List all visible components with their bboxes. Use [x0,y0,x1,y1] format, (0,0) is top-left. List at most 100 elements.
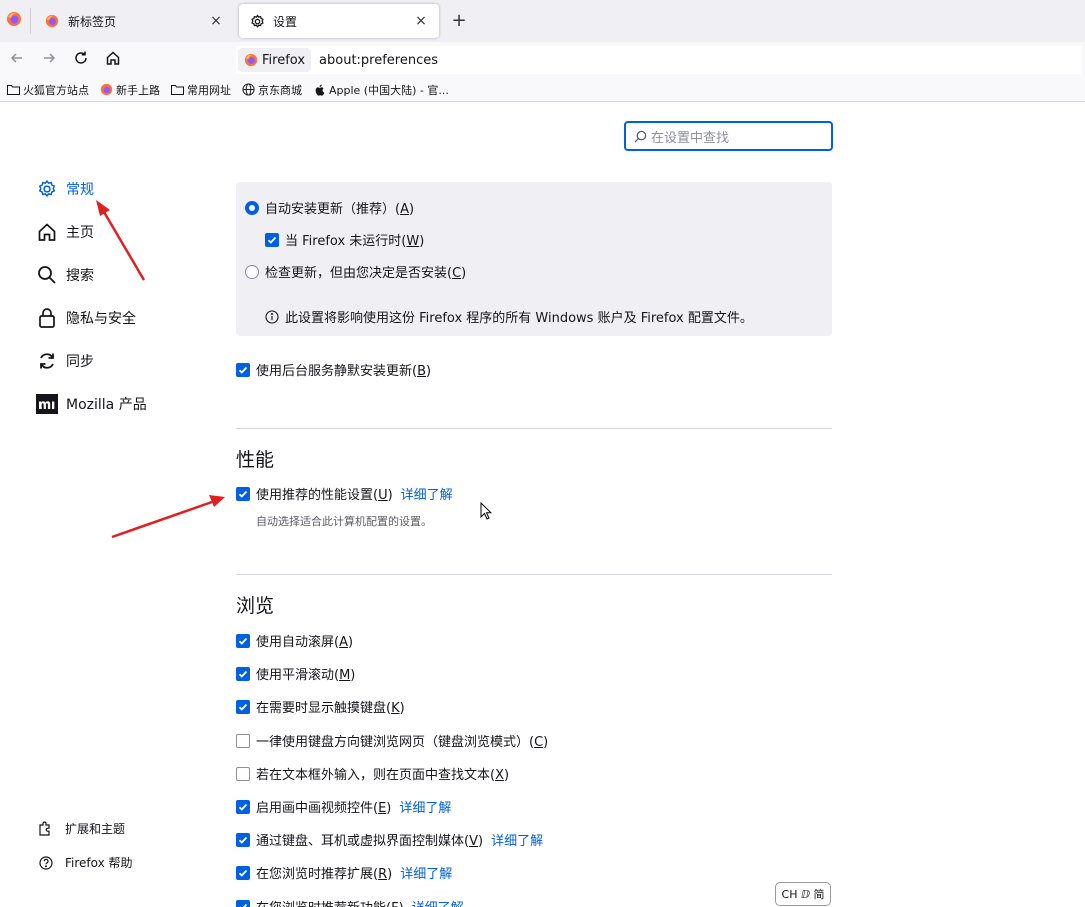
option-label: 在您浏览时推荐新功能(F) [256,897,404,907]
bookmark-item[interactable]: 新手上路 [99,82,160,98]
browsing-option-checkbox[interactable]: 在您浏览时推荐新功能(F) 详细了解 [236,897,464,907]
sidebar-item-label: 隐私与安全 [66,311,136,327]
checkbox-checked[interactable] [236,362,250,377]
auto-install-radio[interactable]: 自动安装更新（推荐）(A) [245,198,414,217]
sidebar-item-privacy[interactable]: 隐私与安全 [36,307,136,329]
checkbox-checked[interactable] [236,666,250,681]
checkbox-checked[interactable] [236,799,250,814]
check-only-radio[interactable]: 检查更新，但由您决定是否安装(C) [245,262,466,281]
bookmark-label: 常用网址 [187,83,231,97]
browsing-option-checkbox[interactable]: 在您浏览时推荐扩展(R) 详细了解 [236,863,452,882]
bookmark-label: 新手上路 [116,83,160,97]
bookmark-folder[interactable]: 火狐官方站点 [6,82,89,98]
identity-box[interactable]: Firefox [238,48,312,72]
gear-icon [249,13,265,29]
red-arrow-sidebar [96,200,146,281]
sync-icon [36,350,58,372]
sidebar-firefox-help[interactable]: Firefox 帮助 [38,854,133,871]
bookmark-folder[interactable]: 常用网址 [170,82,231,98]
browsing-heading: 浏览 [236,595,275,617]
sidebar-item-sync[interactable]: 同步 [36,350,94,372]
url-bar[interactable]: Firefox about:preferences [236,46,1081,74]
radio-button[interactable] [245,200,259,215]
performance-heading: 性能 [236,449,275,471]
bookmark-item[interactable]: Apple (中国大陆) - 官... [312,82,449,98]
learn-more-link[interactable]: 详细了解 [491,830,543,849]
sidebar-item-label: 搜索 [66,268,94,284]
firefox-favicon-icon [44,13,60,29]
back-button[interactable] [6,49,28,71]
sidebar-footer-label: 扩展和主题 [65,822,126,836]
mouse-cursor-icon [480,502,492,520]
ime-indicator[interactable]: CH ⅅ 简 [775,882,831,906]
sidebar-extensions-themes[interactable]: 扩展和主题 [38,820,125,837]
learn-more-link[interactable]: 详细了解 [412,897,464,907]
arrow-right-icon [41,50,57,70]
background-update-checkbox[interactable]: 使用后台服务静默安装更新(B) [236,360,431,379]
firefox-logo-icon [6,11,22,31]
sidebar-item-general[interactable]: 常规 [36,178,94,200]
checkbox-checked[interactable] [236,832,250,847]
navigation-toolbar: Firefox about:preferences [0,42,1085,78]
option-label: 自动安装更新（推荐）(A) [265,202,415,217]
browsing-option-checkbox[interactable]: 一律使用键盘方向键浏览网页（键盘浏览模式）(C) [236,731,548,750]
home-icon [105,50,121,70]
checkbox-checked[interactable] [265,232,279,247]
mozilla-logo-icon [36,393,58,415]
home-button[interactable] [102,49,124,71]
option-label: 若在文本框外输入，则在页面中查找文本(X) [256,768,510,783]
tab-close-button[interactable]: × [413,13,429,29]
when-closed-checkbox[interactable]: 当 Firefox 未运行时(W) [265,230,424,249]
checkbox-checked[interactable] [236,699,250,714]
option-label: 当 Firefox 未运行时(W) [285,234,425,249]
option-label: 启用画中画视频控件(E) [256,801,392,816]
settings-search-input[interactable]: 在设置中查找 [624,121,833,151]
sidebar-item-label: 常规 [66,182,94,198]
bookmark-item[interactable]: 京东商城 [241,82,302,98]
checkbox-checked[interactable] [236,633,250,648]
checkbox-unchecked[interactable] [236,733,250,748]
forward-button[interactable] [38,49,60,71]
learn-more-link[interactable]: 详细了解 [401,484,453,503]
tab-settings[interactable]: 设置 × [239,4,439,38]
browsing-option-checkbox[interactable]: 使用平滑滚动(M) [236,664,355,683]
option-label: 使用后台服务静默安装更新(B) [256,364,432,379]
tab-close-button[interactable]: × [208,13,224,29]
bookmark-label: Apple (中国大陆) - 官... [329,83,449,97]
arrow-left-icon [9,50,25,70]
folder-icon [170,83,184,97]
browsing-option-checkbox[interactable]: 若在文本框外输入，则在页面中查找文本(X) [236,764,509,783]
tab-new-tab[interactable]: 新标签页 × [34,4,234,38]
performance-description: 自动选择适合此计算机配置的设置。 [256,515,432,528]
checkbox-checked[interactable] [236,865,250,880]
radio-button[interactable] [245,264,259,279]
firefox-view-button[interactable] [0,0,28,42]
recommended-performance-checkbox[interactable]: 使用推荐的性能设置(U) 详细了解 [236,484,453,503]
option-label: 在需要时显示触摸键盘(K) [256,701,405,716]
reload-button[interactable] [70,49,92,71]
url-text[interactable]: about:preferences [319,53,438,68]
bookmarks-toolbar: 火狐官方站点 新手上路 常用网址 京东商城 Apple (中国大陆) - 官..… [0,78,1085,102]
sidebar-item-home[interactable]: 主页 [36,221,94,243]
tab-label: 新标签页 [68,14,117,29]
browsing-option-checkbox[interactable]: 使用自动滚屏(A) [236,631,353,650]
new-tab-button[interactable]: + [449,10,469,32]
checkbox-unchecked[interactable] [236,766,250,781]
learn-more-link[interactable]: 详细了解 [400,863,452,882]
sidebar-item-search[interactable]: 搜索 [36,264,94,286]
checkbox-checked[interactable] [236,486,250,501]
checkbox-checked[interactable] [236,899,250,907]
browsing-option-checkbox[interactable]: 通过键盘、耳机或虚拟界面控制媒体(V) 详细了解 [236,830,543,849]
learn-more-link[interactable]: 详细了解 [399,797,451,816]
sidebar-item-mozilla-products[interactable]: Mozilla 产品 [36,393,147,415]
apple-logo-icon [312,83,326,97]
sidebar-item-label: 同步 [66,354,94,370]
tab-separator [30,8,31,34]
search-icon [36,264,58,286]
browsing-option-checkbox[interactable]: 启用画中画视频控件(E) 详细了解 [236,797,451,816]
browsing-option-checkbox[interactable]: 在需要时显示触摸键盘(K) [236,697,405,716]
help-icon [38,855,54,871]
tab-strip: 新标签页 × 设置 × + [0,0,1085,42]
info-text: 此设置将影响使用这份 Firefox 程序的所有 Windows 账户及 Fir… [285,311,753,326]
search-icon [634,130,647,143]
